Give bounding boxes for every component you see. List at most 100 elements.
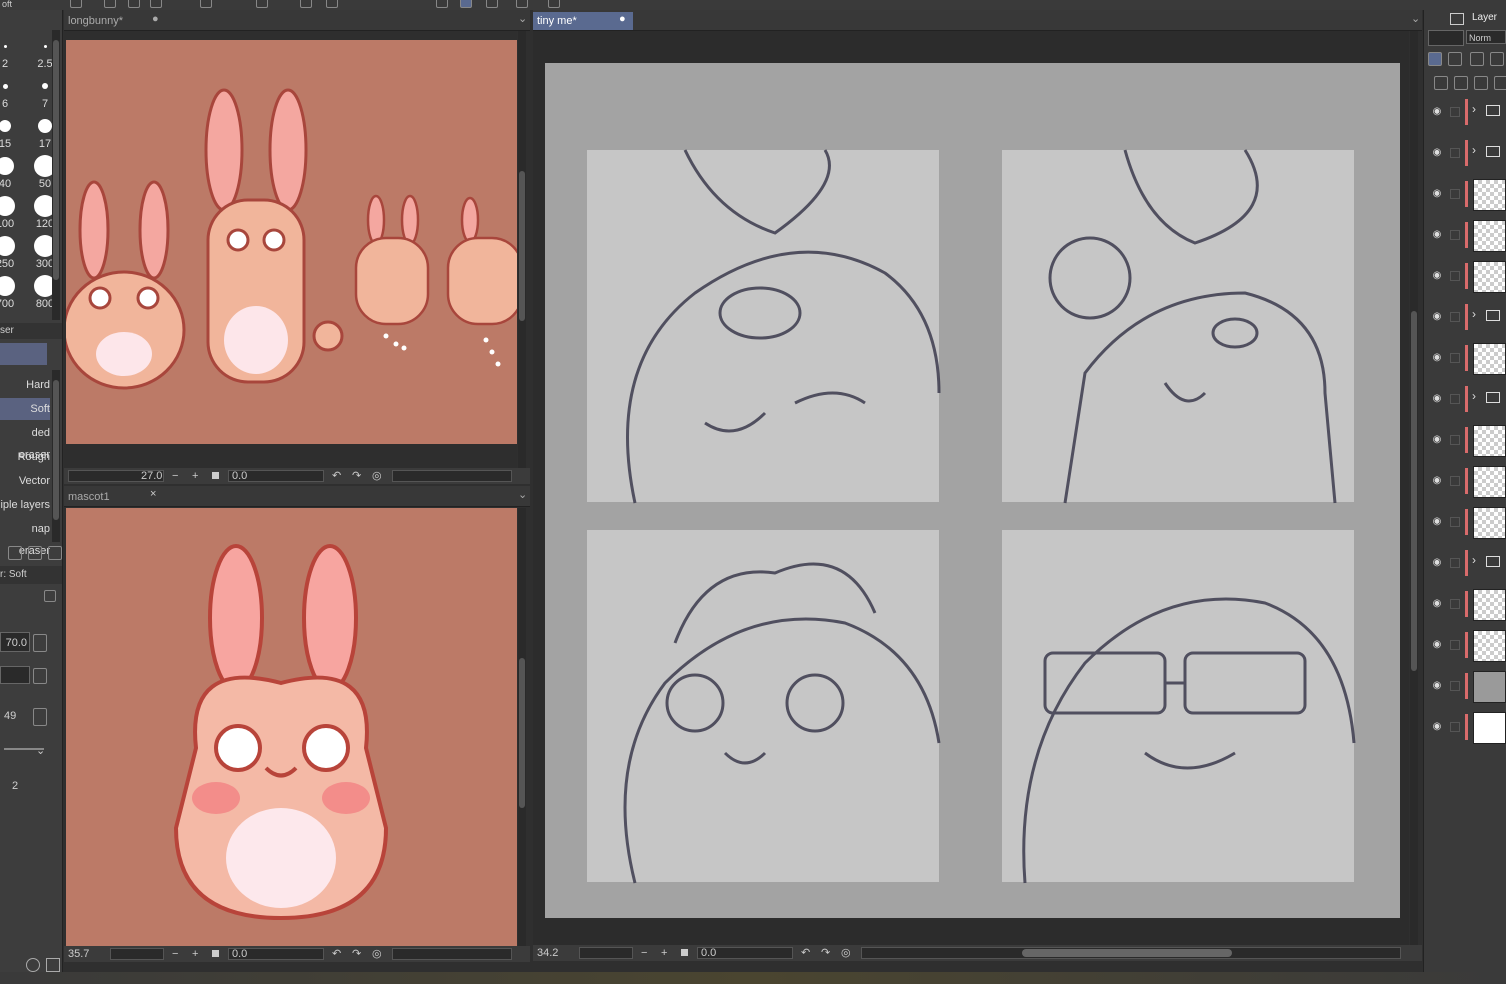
zoom-out-icon[interactable]: − <box>641 945 647 961</box>
layer-row[interactable]: ◉ <box>1424 176 1506 216</box>
toolbar-icon[interactable] <box>104 0 116 8</box>
h-scrollbar[interactable] <box>392 470 512 482</box>
lock-icon[interactable] <box>1490 52 1504 66</box>
lock-checkbox[interactable] <box>1450 681 1460 691</box>
chevron-down-icon[interactable]: ⌄ <box>518 488 527 501</box>
layer-row[interactable]: ◉ › <box>1424 94 1506 134</box>
brush-size-option[interactable]: 40 <box>0 152 20 192</box>
draft-icon[interactable] <box>1470 52 1484 66</box>
rotate-right-icon[interactable]: ↷ <box>821 945 830 961</box>
clip-icon[interactable] <box>1428 52 1442 66</box>
layer-row[interactable]: ◉ <box>1424 627 1506 667</box>
rotate-right-icon[interactable]: ↷ <box>352 946 361 962</box>
zoom-slider[interactable] <box>110 948 164 960</box>
eye-icon[interactable]: ◉ <box>1430 516 1444 527</box>
eye-icon[interactable]: ◉ <box>1430 270 1444 281</box>
eye-icon[interactable]: ◉ <box>1430 475 1444 486</box>
chevron-down-icon[interactable]: ⌄ <box>518 12 527 25</box>
zoom-slider[interactable] <box>579 947 633 959</box>
hardness-dropdown-icon[interactable] <box>33 708 47 726</box>
lock-checkbox[interactable] <box>1450 599 1460 609</box>
chevron-right-icon[interactable]: › <box>1472 102 1476 116</box>
toolbar-icon[interactable] <box>326 0 338 8</box>
reset-rotation-icon[interactable]: ◎ <box>841 945 851 961</box>
eraser-item[interactable]: ded eraser <box>0 422 50 461</box>
chevron-right-icon[interactable]: › <box>1472 389 1476 403</box>
h-scrollbar[interactable] <box>861 947 1401 959</box>
layer-row[interactable]: ◉ <box>1424 586 1506 626</box>
density-value[interactable]: 2 <box>12 780 18 792</box>
wrench-icon[interactable] <box>46 958 60 972</box>
mascot1-canvas[interactable] <box>66 508 517 946</box>
eraser-item[interactable]: nap eraser <box>0 518 50 557</box>
lock-checkbox[interactable] <box>1450 271 1460 281</box>
lock-checkbox[interactable] <box>1450 312 1460 322</box>
layer-row[interactable]: ◉ › <box>1424 545 1506 585</box>
layer-row[interactable]: ◉ <box>1424 258 1506 298</box>
toolbar-icon[interactable] <box>70 0 82 8</box>
layer-row[interactable]: ◉ <box>1424 422 1506 462</box>
eye-icon[interactable]: ◉ <box>1430 721 1444 732</box>
lock-icon[interactable] <box>44 590 56 602</box>
brush-size-field[interactable]: 70.0 <box>0 632 30 652</box>
tab-tiny-me[interactable]: tiny me* <box>533 12 633 30</box>
hardness-value[interactable]: 49 <box>4 710 16 722</box>
layer-row[interactable]: ◉ <box>1424 217 1506 257</box>
brush-size-option[interactable]: 700 <box>0 272 20 312</box>
stop-icon[interactable] <box>212 472 219 479</box>
lock-checkbox[interactable] <box>1450 230 1460 240</box>
zoom-in-icon[interactable]: + <box>192 946 198 962</box>
layer-row[interactable]: ◉ <box>1424 340 1506 380</box>
lock-checkbox[interactable] <box>1450 394 1460 404</box>
eye-icon[interactable]: ◉ <box>1430 311 1444 322</box>
longbunny-canvas[interactable] <box>66 40 517 444</box>
undo-icon[interactable] <box>200 0 212 8</box>
lock-checkbox[interactable] <box>1450 517 1460 527</box>
eye-icon[interactable]: ◉ <box>1430 229 1444 240</box>
eye-icon[interactable]: ◉ <box>1430 188 1444 199</box>
reset-rotation-icon[interactable]: ◎ <box>372 468 382 484</box>
eye-icon[interactable]: ◉ <box>1430 434 1444 445</box>
lock-checkbox[interactable] <box>1450 148 1460 158</box>
copy-layer-icon[interactable] <box>1494 76 1506 90</box>
new-folder-icon[interactable] <box>1474 76 1488 90</box>
settings-icon[interactable] <box>26 958 40 972</box>
toolbar-icon[interactable] <box>486 0 498 8</box>
lock-checkbox[interactable] <box>1450 189 1460 199</box>
lock-checkbox[interactable] <box>1450 107 1460 117</box>
rotate-left-icon[interactable]: ↶ <box>801 945 810 961</box>
eraser-item[interactable]: Rough <box>0 446 50 468</box>
chevron-right-icon[interactable]: › <box>1472 143 1476 157</box>
eye-icon[interactable]: ◉ <box>1430 393 1444 404</box>
size-dropdown-icon[interactable] <box>33 634 47 652</box>
eye-icon[interactable]: ◉ <box>1430 147 1444 158</box>
mascot1-vscroll[interactable] <box>518 508 526 946</box>
eye-icon[interactable]: ◉ <box>1430 598 1444 609</box>
close-icon[interactable]: × <box>150 488 156 500</box>
blend-mode-select[interactable]: Norm <box>1466 30 1506 44</box>
toolbar-icon[interactable] <box>150 0 162 8</box>
close-icon[interactable]: ● <box>152 13 159 25</box>
lock-checkbox[interactable] <box>1450 435 1460 445</box>
brush-size-option[interactable]: 6 <box>0 72 20 112</box>
copy-sub-tool-icon[interactable] <box>28 546 42 560</box>
rotate-right-icon[interactable]: ↷ <box>352 468 361 484</box>
layer-row[interactable]: ◉ › <box>1424 135 1506 175</box>
toolbar-icon[interactable] <box>548 0 560 8</box>
brush-size-option[interactable]: 250 <box>0 232 20 272</box>
chevron-down-icon[interactable]: ⌄ <box>1411 12 1420 25</box>
rotate-left-icon[interactable]: ↶ <box>332 468 341 484</box>
layer-color-select[interactable] <box>1428 30 1464 46</box>
eye-icon[interactable]: ◉ <box>1430 639 1444 650</box>
lock-checkbox[interactable] <box>1450 353 1460 363</box>
lock-checkbox[interactable] <box>1450 722 1460 732</box>
layer-row[interactable]: ◉ <box>1424 463 1506 503</box>
reset-rotation-icon[interactable]: ◎ <box>372 946 382 962</box>
layer-row[interactable]: ◉ <box>1424 504 1506 544</box>
reference-icon[interactable] <box>1448 52 1462 66</box>
new-sub-tool-icon[interactable] <box>8 546 22 560</box>
longbunny-vscroll[interactable] <box>518 31 526 468</box>
zoom-out-icon[interactable]: − <box>172 946 178 962</box>
layer-row[interactable]: ◉ <box>1424 709 1506 749</box>
lock-checkbox[interactable] <box>1450 476 1460 486</box>
